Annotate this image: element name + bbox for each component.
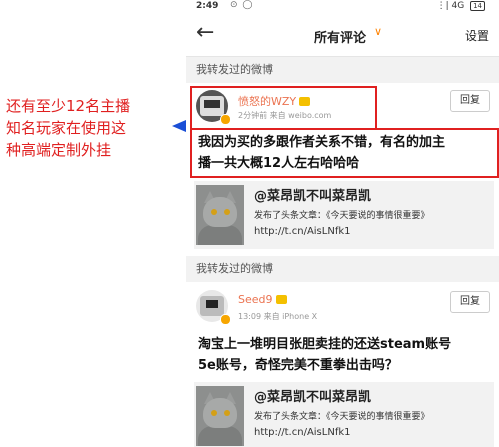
shared-post[interactable]: @菜昂凯不叫菜昂凯 发布了头条文章：《今天要说的事情很重要》 http://t.… xyxy=(194,382,494,447)
signal-icon: ⋮| xyxy=(436,1,449,11)
shared-post[interactable]: @菜昂凯不叫菜昂凯 发布了头条文章：《今天要说的事情很重要》 http://t.… xyxy=(194,181,494,249)
settings-button[interactable]: 设置 xyxy=(465,27,489,44)
annotation-line-1: 还有至少12名主播 xyxy=(6,97,131,115)
annotation-line-2: 知名玩家在使用这 xyxy=(6,119,127,137)
chevron-down-icon[interactable]: ∨ xyxy=(374,25,382,38)
notification-icons: ⊙ ◯ xyxy=(230,0,254,10)
shared-post-title: @菜昂凯不叫菜昂凯 xyxy=(254,189,372,204)
phone-screen: 2:49 ⊙ ◯ ⋮| 4G 14 ← 所有评论 ∨ 设置 我转发过的微博 愤怒… xyxy=(186,0,499,447)
comment-content: 淘宝上一堆明目张胆卖挂的还送steam账号 5e账号，奇怪完美不重拳出击吗？ xyxy=(198,334,451,376)
username-text: Seed9 xyxy=(238,293,273,306)
network-type: 4G xyxy=(451,1,465,11)
section-label: 我转发过的微博 xyxy=(186,57,499,83)
battery-icon: 14 xyxy=(470,1,485,11)
vip-crown-icon xyxy=(275,295,287,304)
back-arrow-icon[interactable]: ← xyxy=(196,20,214,45)
highlight-box-content xyxy=(190,128,499,178)
shared-post-title: @菜昂凯不叫菜昂凯 xyxy=(254,390,372,405)
comment-card-2: 我转发过的微博 Seed9 13:09 来自 iPhone X 回复 淘宝上一堆… xyxy=(186,256,499,447)
verified-icon xyxy=(220,314,231,325)
highlight-box-user xyxy=(190,86,377,130)
content-line: 淘宝上一堆明目张胆卖挂的还送steam账号 xyxy=(198,337,452,352)
cat-thumbnail xyxy=(196,386,244,446)
reply-button[interactable]: 回复 xyxy=(450,90,490,112)
shared-post-link[interactable]: http://t.cn/AisLNfk1 xyxy=(254,226,351,237)
page-title[interactable]: 所有评论 xyxy=(314,27,366,46)
username[interactable]: Seed9 xyxy=(238,293,287,306)
post-meta: 13:09 来自 iPhone X xyxy=(238,312,318,321)
shared-post-link[interactable]: http://t.cn/AisLNfk1 xyxy=(254,427,351,438)
reply-button[interactable]: 回复 xyxy=(450,291,490,313)
cat-thumbnail xyxy=(196,185,244,245)
annotation-line-3: 种高端定制外挂 xyxy=(6,141,112,159)
content-line: 5e账号，奇怪完美不重拳出击吗？ xyxy=(198,358,398,373)
shared-post-desc: 发布了头条文章：《今天要说的事情很重要》 xyxy=(254,412,430,422)
network-indicator: ⋮| 4G 14 xyxy=(437,1,485,11)
shared-post-desc: 发布了头条文章：《今天要说的事情很重要》 xyxy=(254,211,430,221)
section-label: 我转发过的微博 xyxy=(186,256,499,282)
top-bar: ← 所有评论 ∨ 设置 xyxy=(186,14,499,57)
red-annotation-text: 还有至少12名主播 知名玩家在使用这 种高端定制外挂 xyxy=(6,95,181,161)
status-time: 2:49 xyxy=(196,1,219,11)
status-bar: 2:49 ⊙ ◯ ⋮| 4G 14 xyxy=(186,0,499,14)
